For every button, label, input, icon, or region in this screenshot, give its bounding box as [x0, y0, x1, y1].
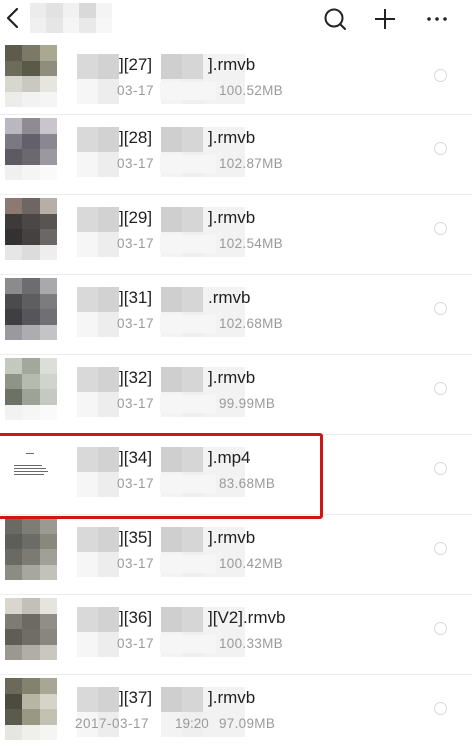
select-radio[interactable] [434, 222, 447, 235]
video-thumbnail [5, 518, 57, 580]
file-episode: ][31] [119, 288, 153, 307]
file-size: 102.54MB [219, 236, 283, 251]
select-radio[interactable] [434, 702, 447, 715]
file-row[interactable]: ][32] ].rmvb 03-17 99.99MB [0, 355, 472, 435]
file-episode: ][28] [119, 128, 153, 147]
file-episode: ][36] [119, 608, 153, 627]
file-extension: ].rmvb [208, 128, 256, 147]
file-size: 97.09MB [219, 716, 276, 731]
time-redacted [160, 82, 216, 100]
time-redacted [160, 635, 216, 653]
file-date: 03-17 [117, 316, 155, 331]
file-extension: ][V2].rmvb [208, 608, 286, 627]
plus-icon[interactable] [372, 6, 398, 32]
file-episode: ][37] [119, 688, 153, 707]
video-thumbnail [5, 45, 57, 107]
file-episode: ][29] [119, 208, 153, 227]
video-thumbnail [5, 598, 57, 660]
time-redacted [160, 475, 216, 493]
file-row[interactable]: ][28] ].rmvb 03-17 102.87MB [0, 115, 472, 195]
file-episode: ][32] [119, 368, 153, 387]
document-thumbnail [8, 453, 52, 483]
file-size: 99.99MB [219, 396, 276, 411]
file-extension: ].rmvb [208, 688, 256, 707]
file-extension: ].mp4 [208, 448, 251, 467]
file-episode: ][27] [119, 55, 153, 74]
file-date: 03-17 [117, 476, 155, 491]
file-extension: ].rmvb [208, 528, 256, 547]
file-size: 102.68MB [219, 316, 283, 331]
file-row[interactable]: ][27] ].rmvb 03-17 100.52MB [0, 42, 472, 115]
file-date: 03-17 [117, 636, 155, 651]
file-episode: ][34] [119, 448, 153, 467]
file-date: 03-17 [117, 236, 155, 251]
file-date: 03-17 [117, 396, 155, 411]
file-row[interactable]: ][31] .rmvb 03-17 102.68MB [0, 275, 472, 355]
select-radio[interactable] [434, 69, 447, 82]
more-icon[interactable] [424, 6, 450, 32]
chevron-left-icon[interactable] [2, 6, 24, 30]
file-date: 03-17 [117, 83, 155, 98]
file-date: 03-17 [117, 156, 155, 171]
select-radio[interactable] [434, 142, 447, 155]
file-extension: ].rmvb [208, 208, 256, 227]
file-extension: .rmvb [208, 288, 251, 307]
video-thumbnail [5, 358, 57, 420]
time-redacted [160, 395, 216, 413]
page-title [30, 3, 112, 33]
video-thumbnail [5, 198, 57, 260]
file-row[interactable]: ][35] ].rmvb 03-17 100.42MB [0, 515, 472, 595]
file-extension: ].rmvb [208, 368, 256, 387]
search-icon[interactable] [322, 6, 348, 32]
file-row[interactable]: ][36] ][V2].rmvb 03-17 100.33MB [0, 595, 472, 675]
file-row[interactable]: ][29] ].rmvb 03-17 102.54MB [0, 195, 472, 275]
video-thumbnail [5, 278, 57, 340]
file-size: 100.33MB [219, 636, 283, 651]
video-thumbnail [5, 118, 57, 180]
time-redacted [160, 155, 216, 173]
time-redacted [160, 555, 216, 573]
time-redacted [160, 235, 216, 253]
file-size: 102.87MB [219, 156, 283, 171]
select-radio[interactable] [434, 542, 447, 555]
file-date: 2017-03-17 [75, 716, 150, 731]
file-size: 100.52MB [219, 83, 283, 98]
select-radio[interactable] [434, 622, 447, 635]
file-extension: ].rmvb [208, 55, 256, 74]
file-row[interactable]: ][37] ].rmvb 2017-03-17 19:20 97.09MB [0, 675, 472, 748]
file-row[interactable]: ][34] ].mp4 03-17 83.68MB [0, 435, 472, 515]
file-time: 19:20 [175, 716, 209, 731]
video-thumbnail [5, 678, 57, 740]
select-radio[interactable] [434, 462, 447, 475]
select-radio[interactable] [434, 382, 447, 395]
file-list: ][27] ].rmvb 03-17 100.52MB ][28] ].rmvb 03-17… [0, 42, 472, 748]
file-size: 83.68MB [219, 476, 276, 491]
time-redacted [160, 315, 216, 333]
select-radio[interactable] [434, 302, 447, 315]
top-bar [0, 0, 472, 42]
file-date: 03-17 [117, 556, 155, 571]
file-episode: ][35] [119, 528, 153, 547]
file-size: 100.42MB [219, 556, 283, 571]
